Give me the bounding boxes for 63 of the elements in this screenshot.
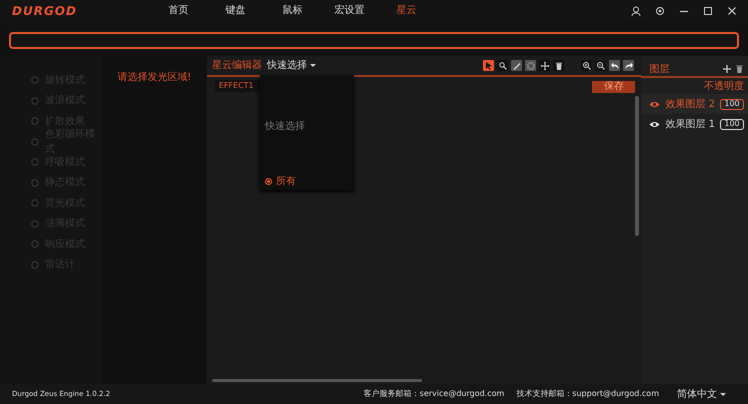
- menu-heading: 快速选择: [264, 120, 305, 134]
- tool-button[interactable]: [581, 60, 592, 71]
- gear-icon: [526, 60, 536, 70]
- caret-icon: [310, 64, 316, 67]
- tool-button[interactable]: [497, 60, 508, 71]
- prompt-text: 请选择发光区域!: [117, 72, 192, 83]
- service-email: 客户服务邮箱：service@durgod.com: [364, 388, 504, 400]
- tool-button[interactable]: [553, 60, 564, 71]
- mode-icon: [31, 199, 39, 208]
- tool-button[interactable]: [539, 60, 550, 71]
- layer-item[interactable]: 效果图层 2 100: [641, 94, 748, 114]
- editor-title: 星云编辑器: [212, 58, 262, 73]
- nav-tab[interactable]: 首页: [150, 0, 207, 22]
- language-dropdown[interactable]: 简体中文: [677, 386, 726, 402]
- move-icon: [540, 60, 550, 70]
- layer-item[interactable]: 效果图层 1 100: [641, 114, 748, 134]
- mode-icon: [31, 138, 39, 146]
- zoom-in-icon: [582, 60, 592, 70]
- support-email: 技术支持邮箱：support@durgod.com: [516, 388, 659, 400]
- nav-tab[interactable]: 鼠标: [264, 0, 321, 22]
- mode-icon: [31, 76, 39, 84]
- tool-button[interactable]: [623, 60, 634, 71]
- panel-title: 图层: [649, 62, 670, 76]
- tool-button[interactable]: [595, 60, 606, 71]
- radio-button[interactable]: [264, 178, 272, 185]
- opacity-label: 不透明度: [704, 81, 744, 92]
- settings-icon[interactable]: [655, 6, 665, 16]
- mode-icon: [31, 240, 39, 248]
- address-bar[interactable]: [9, 32, 739, 49]
- opacity-field[interactable]: 100: [720, 118, 744, 130]
- trash-icon[interactable]: [736, 65, 743, 73]
- mode-icon: [31, 117, 39, 126]
- redo-icon: [624, 60, 634, 70]
- scrollbar[interactable]: [212, 379, 422, 382]
- user-icon[interactable]: [631, 6, 641, 16]
- mode-icon: [31, 96, 39, 105]
- nav-tab[interactable]: 键盘: [207, 0, 264, 22]
- mode-icon: [31, 260, 39, 269]
- tool-button[interactable]: [609, 60, 620, 71]
- mode-icon: [31, 158, 39, 166]
- maximize-icon[interactable]: [703, 6, 713, 16]
- quick-select-dropdown[interactable]: 快速选择: [266, 58, 316, 73]
- undo-icon: [610, 60, 620, 70]
- caret-icon: [720, 392, 726, 396]
- logo: DURGOD: [12, 3, 78, 20]
- opacity-field[interactable]: 100: [720, 98, 744, 110]
- scrollbar[interactable]: [635, 96, 640, 236]
- nav-tab[interactable]: 星云: [378, 0, 435, 22]
- eye-icon[interactable]: [649, 120, 660, 128]
- pointer-icon: [484, 60, 494, 70]
- nav-tab[interactable]: 宏设置: [321, 0, 378, 22]
- pencil-icon: [512, 60, 522, 70]
- save-button[interactable]: 保存: [592, 81, 636, 93]
- close-icon[interactable]: [727, 6, 737, 16]
- menu-option[interactable]: 所有: [264, 174, 296, 189]
- search-icon: [498, 60, 508, 70]
- trash-icon: [554, 60, 564, 70]
- mode-icon: [31, 178, 39, 187]
- add-icon[interactable]: [723, 65, 731, 73]
- tool-button[interactable]: [511, 60, 522, 71]
- zoom-out-icon: [596, 60, 606, 70]
- mode-icon: [31, 220, 39, 228]
- tool-button[interactable]: [525, 60, 536, 71]
